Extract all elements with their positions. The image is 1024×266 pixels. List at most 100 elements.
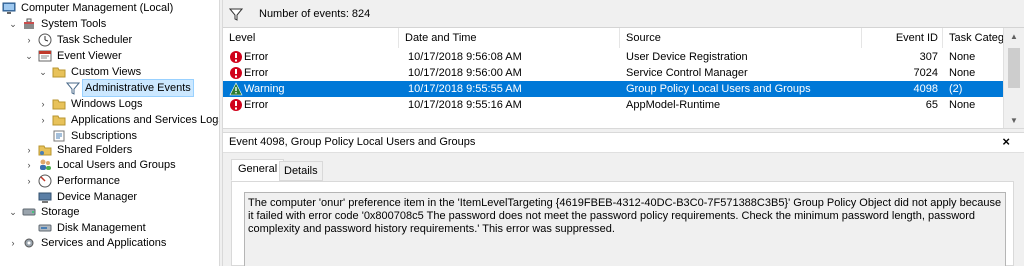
warning-icon xyxy=(229,82,243,96)
tree-item-label: Custom Views xyxy=(71,66,142,78)
console-tree: Computer Management (Local) ⌄ System Too… xyxy=(0,0,219,266)
task-category-cell: (2) xyxy=(949,83,963,95)
computer-management-icon xyxy=(2,1,16,15)
storage-icon xyxy=(22,205,36,219)
tree-item-label: System Tools xyxy=(41,18,107,30)
event-id-cell: 307 xyxy=(919,51,938,63)
column-header-source[interactable]: Source xyxy=(620,28,862,48)
event-detail-header: Event 4098, Group Policy Local Users and… xyxy=(223,133,1024,153)
tree-item-label: Administrative Events xyxy=(82,79,194,97)
tree-item-label: Disk Management xyxy=(57,222,146,234)
event-viewer-icon xyxy=(38,49,52,63)
level-cell: Warning xyxy=(244,83,285,95)
source-cell: Group Policy Local Users and Groups xyxy=(626,83,811,95)
column-header-event-id[interactable]: Event ID xyxy=(862,28,943,48)
chevron-down-icon[interactable]: ⌄ xyxy=(8,16,18,32)
datetime-cell: 10/17/2018 9:55:16 AM xyxy=(408,99,522,111)
tree-item-custom-views[interactable]: ⌄ Custom Views xyxy=(38,64,143,80)
tree-item-local-users-and-groups[interactable]: › Local Users and Groups xyxy=(24,157,178,173)
events-grid: Level Date and Time Source Event ID Task… xyxy=(223,28,1024,128)
error-icon xyxy=(230,99,242,111)
tree-item-label: Performance xyxy=(57,175,120,187)
tree-item-performance[interactable]: › Performance xyxy=(24,173,122,189)
column-header-task-category[interactable]: Task Catego xyxy=(943,28,1003,48)
chevron-right-icon[interactable]: › xyxy=(24,157,34,173)
task-scheduler-icon xyxy=(38,33,52,47)
tree-item-windows-logs[interactable]: › Windows Logs xyxy=(38,96,145,112)
task-category-cell: None xyxy=(949,99,976,111)
chevron-down-icon[interactable]: ⌄ xyxy=(38,64,48,80)
subscriptions-icon xyxy=(52,129,66,143)
tab-details[interactable]: Details xyxy=(279,161,323,181)
task-category-cell: None xyxy=(949,51,976,63)
chevron-right-icon[interactable]: › xyxy=(38,112,48,128)
event-id-cell: 7024 xyxy=(913,67,938,79)
scrollbar-thumb[interactable] xyxy=(1008,48,1020,88)
folder-icon xyxy=(52,65,66,79)
filter-bar: Number of events: 824 xyxy=(223,0,1024,28)
tree-item-label: Computer Management (Local) xyxy=(21,2,174,14)
table-row-selected[interactable]: Warning 10/17/2018 9:55:55 AM Group Poli… xyxy=(223,81,1003,97)
table-row[interactable]: Error 10/17/2018 9:56:08 AM User Device … xyxy=(223,49,1003,65)
event-message: The computer 'onur' preference item in t… xyxy=(244,192,1006,266)
chevron-down-icon[interactable]: ⌄ xyxy=(24,48,34,64)
filter-icon xyxy=(66,81,80,95)
event-detail-body: General Details The computer 'onur' pref… xyxy=(223,153,1024,266)
chevron-right-icon[interactable]: › xyxy=(24,142,34,158)
column-header-date-time[interactable]: Date and Time xyxy=(399,28,620,48)
tree-item-label: Applications and Services Logs xyxy=(71,114,219,126)
table-row[interactable]: Error 10/17/2018 9:56:00 AM Service Cont… xyxy=(223,65,1003,81)
disk-icon xyxy=(38,221,52,235)
chevron-down-icon[interactable]: ⌄ xyxy=(8,204,18,220)
level-cell: Error xyxy=(244,67,269,79)
tab-general[interactable]: General xyxy=(231,159,285,181)
chevron-right-icon[interactable]: › xyxy=(8,235,18,251)
error-icon xyxy=(230,51,242,63)
tree-item-services-and-applications[interactable]: › Services and Applications xyxy=(8,235,168,251)
tree-item-label: Task Scheduler xyxy=(57,34,133,46)
tree-item-label: Storage xyxy=(41,206,80,218)
tree-item-shared-folders[interactable]: › Shared Folders xyxy=(24,142,134,158)
chevron-right-icon[interactable]: › xyxy=(24,32,34,48)
table-row[interactable]: Error 10/17/2018 9:55:16 AM AppModel-Run… xyxy=(223,97,1003,113)
event-id-cell: 65 xyxy=(925,99,938,111)
folder-icon xyxy=(52,113,66,127)
tree-item-device-manager[interactable]: Device Manager xyxy=(38,189,139,205)
tree-item-applications-and-services-logs[interactable]: › Applications and Services Logs xyxy=(38,112,220,128)
tree-item-event-viewer[interactable]: ⌄ Event Viewer xyxy=(24,48,124,64)
tree-item-storage[interactable]: ⌄ Storage xyxy=(8,204,82,220)
datetime-cell: 10/17/2018 9:56:08 AM xyxy=(408,51,522,63)
events-pane: Number of events: 824 Level Date and Tim… xyxy=(223,0,1024,266)
folder-icon xyxy=(52,97,66,111)
tree-item-system-tools[interactable]: ⌄ System Tools xyxy=(8,16,108,32)
vertical-scrollbar[interactable]: ▲ ▼ xyxy=(1003,28,1024,128)
source-cell: Service Control Manager xyxy=(626,67,748,79)
chevron-right-icon[interactable]: › xyxy=(38,96,48,112)
tree-item-label: Shared Folders xyxy=(57,144,133,156)
shared-folder-icon xyxy=(38,143,52,157)
system-tools-icon xyxy=(22,17,36,31)
source-cell: AppModel-Runtime xyxy=(626,99,721,111)
device-manager-icon xyxy=(38,190,52,204)
tree-item-task-scheduler[interactable]: › Task Scheduler xyxy=(24,32,134,48)
column-header-level[interactable]: Level xyxy=(223,28,399,48)
level-cell: Error xyxy=(244,51,269,63)
tree-item-label: Event Viewer xyxy=(57,50,122,62)
event-id-cell: 4098 xyxy=(913,83,938,95)
event-count-label: Number of events: 824 xyxy=(259,7,371,20)
chevron-right-icon[interactable]: › xyxy=(24,173,34,189)
error-icon xyxy=(230,67,242,79)
scroll-down-icon[interactable]: ▼ xyxy=(1004,112,1024,128)
close-icon[interactable]: × xyxy=(1002,134,1010,149)
tree-item-computer-management[interactable]: Computer Management (Local) xyxy=(2,0,175,16)
tree-item-label: Windows Logs xyxy=(71,98,143,110)
tree-item-administrative-events[interactable]: Administrative Events xyxy=(66,79,194,97)
filter-icon xyxy=(229,8,243,21)
tree-item-disk-management[interactable]: Disk Management xyxy=(38,220,148,236)
datetime-cell: 10/17/2018 9:55:55 AM xyxy=(408,83,522,95)
tree-item-label: Services and Applications xyxy=(41,237,167,249)
datetime-cell: 10/17/2018 9:56:00 AM xyxy=(408,67,522,79)
task-category-cell: None xyxy=(949,67,976,79)
scroll-up-icon[interactable]: ▲ xyxy=(1004,28,1024,44)
source-cell: User Device Registration xyxy=(626,51,748,63)
